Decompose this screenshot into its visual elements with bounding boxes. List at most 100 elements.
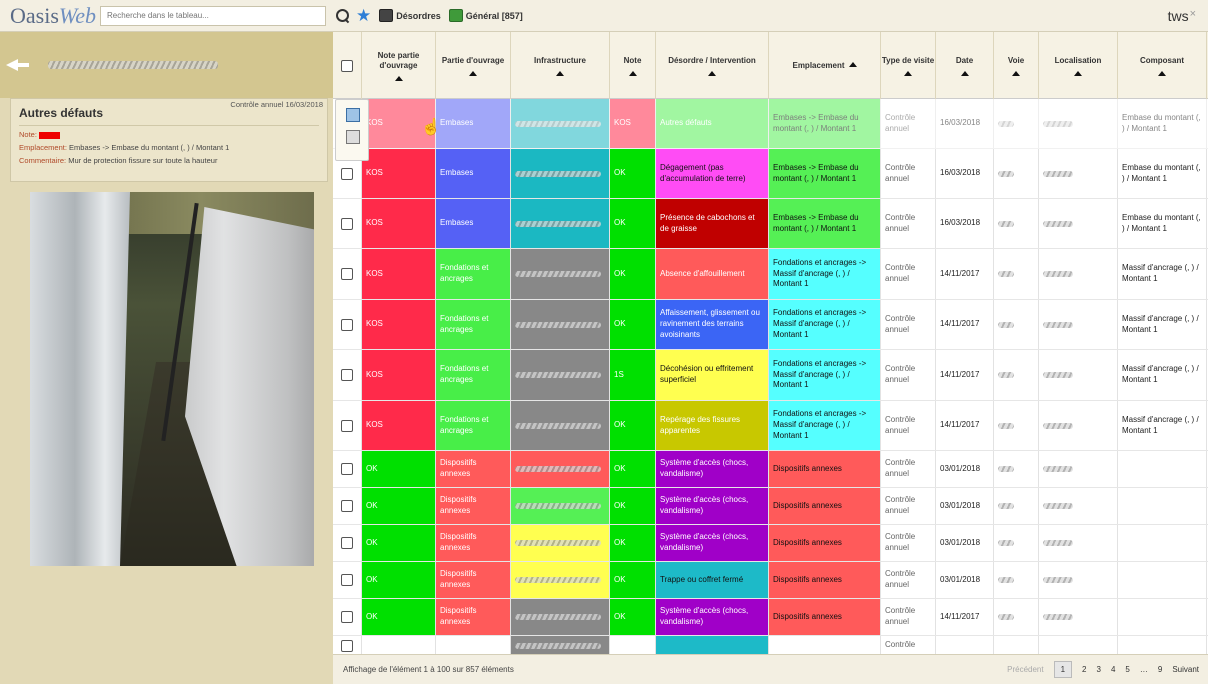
app-logo[interactable]: OasisWeb	[10, 3, 96, 29]
table-row[interactable]: OK Dispositifs annexes OK Système d'accès (…	[333, 599, 1208, 636]
table-row[interactable]: KOS Fondations et ancrages 1S Décohésion ou…	[333, 350, 1208, 401]
cell-type-visite: Contrôle	[881, 636, 936, 654]
search-input[interactable]	[100, 5, 326, 26]
table-row[interactable]: KOS Embases KOS Autres défauts Embases -> Em…	[333, 99, 1208, 149]
row-checkbox[interactable]	[341, 500, 353, 512]
row-checkbox[interactable]	[341, 369, 353, 381]
cell-emplacement: Dispositifs annexes	[769, 488, 881, 524]
emplacement-value: Embases -> Embase du montant (, ) / Mont…	[69, 143, 230, 152]
cell-date: 14/11/2017	[936, 401, 994, 450]
col-date[interactable]: Date	[936, 32, 994, 99]
cell-partie: Fondations et ancrages	[436, 350, 511, 400]
table-row[interactable]: OK Dispositifs annexes OK Trappe ou coffret…	[333, 562, 1208, 599]
row-checkbox[interactable]	[341, 217, 353, 230]
star-icon[interactable]: ★	[356, 7, 371, 24]
redacted-text	[998, 503, 1014, 509]
col-composant[interactable]: Composant	[1118, 32, 1207, 99]
cell-infrastructure	[511, 636, 610, 654]
table-body: KOS Embases KOS Autres défauts Embases -> Em…	[333, 99, 1208, 654]
defect-photo[interactable]	[30, 192, 314, 566]
col-label: Désordre / Intervention	[668, 55, 756, 65]
row-checkbox[interactable]	[341, 611, 353, 623]
table-row[interactable]: OK Dispositifs annexes OK Système d'accès (…	[333, 451, 1208, 488]
open-detail-icon[interactable]	[346, 108, 360, 122]
col-emplacement[interactable]: Emplacement	[769, 32, 881, 99]
page-button[interactable]: 2	[1082, 665, 1086, 674]
redacted-text	[515, 642, 601, 649]
redacted-text	[998, 422, 1014, 429]
cell-voie	[994, 149, 1039, 198]
cell-desordre: Trappe ou coffret fermé	[656, 562, 769, 598]
cell-voie	[994, 300, 1039, 349]
row-checkbox[interactable]	[341, 574, 353, 586]
page-button[interactable]: 1	[1053, 661, 1073, 678]
redacted-text	[1043, 372, 1073, 378]
cell-voie	[994, 249, 1039, 299]
filter-general[interactable]: Général [857]	[448, 9, 523, 22]
col-desordre[interactable]: Désordre / Intervention	[656, 32, 769, 99]
col-voie[interactable]: Voie	[994, 32, 1039, 99]
table-row[interactable]: KOS Fondations et ancrages OK Affaissement,…	[333, 300, 1208, 350]
col-localisation[interactable]: Localisation	[1039, 32, 1118, 99]
cell-desordre	[656, 636, 769, 654]
table-row[interactable]: Contrôle	[333, 636, 1208, 654]
cell-partie: Dispositifs annexes	[436, 488, 511, 524]
cell-localisation	[1039, 562, 1118, 598]
edit-row-icon[interactable]	[346, 130, 360, 144]
page-button[interactable]: 5	[1125, 665, 1129, 674]
col-label: Localisation	[1054, 55, 1102, 65]
close-icon[interactable]: ×	[1190, 8, 1196, 20]
col-note-partie[interactable]: Note partie d'ouvrage	[362, 32, 436, 99]
redacted-text	[1043, 466, 1073, 472]
sort-asc-icon	[1012, 70, 1020, 76]
table-row[interactable]: KOS Fondations et ancrages OK Absence d'aff…	[333, 249, 1208, 300]
next-page-button[interactable]: Suivant	[1172, 665, 1199, 674]
cell-note: OK	[610, 249, 656, 299]
col-type-visite[interactable]: Type de visite	[881, 32, 936, 99]
cell-infrastructure	[511, 149, 610, 198]
table-row[interactable]: KOS Fondations et ancrages OK Repérage des …	[333, 401, 1208, 451]
sort-asc-icon	[1074, 70, 1082, 76]
page-button[interactable]: 4	[1111, 665, 1115, 674]
col-infrastructure[interactable]: Infrastructure	[511, 32, 610, 99]
table-row[interactable]: KOS Embases OK Présence de cabochons et de …	[333, 199, 1208, 249]
row-checkbox[interactable]	[341, 318, 353, 331]
row-checkbox[interactable]	[341, 537, 353, 549]
redacted-text	[1043, 540, 1073, 546]
col-label: Type de visite	[881, 55, 935, 65]
cell-note-partie: OK	[362, 599, 436, 635]
row-checkbox[interactable]	[341, 268, 353, 280]
col-note[interactable]: Note	[610, 32, 656, 99]
table-row[interactable]: OK Dispositifs annexes OK Système d'accès (…	[333, 525, 1208, 562]
page-button[interactable]: 9	[1158, 665, 1162, 674]
cell-date: 14/11/2017	[936, 300, 994, 349]
row-action-toolbar	[335, 99, 369, 161]
select-all-checkbox[interactable]	[341, 59, 353, 72]
filter-desordres[interactable]: Désordres	[379, 9, 441, 22]
row-checkbox[interactable]	[341, 167, 353, 180]
col-partie[interactable]: Partie d'ouvrage	[436, 32, 511, 99]
row-checkbox[interactable]	[341, 639, 353, 652]
prev-page-button[interactable]: Précédent	[1007, 665, 1043, 674]
cell-type-visite: Contrôle annuel	[881, 149, 936, 198]
cell-desordre: Système d'accès (chocs, vandalisme)	[656, 599, 769, 635]
logo-web: Web	[58, 2, 96, 28]
cell-emplacement: Embases -> Embase du montant (, ) / Mont…	[769, 99, 881, 148]
user-menu[interactable]: tws×	[1168, 8, 1196, 24]
cell-desordre: Dégagement (pas d'accumulation de terre)	[656, 149, 769, 198]
cell-localisation	[1039, 300, 1118, 349]
card-emplacement: Emplacement: Embases -> Embase du montan…	[19, 143, 319, 152]
cell-note: OK	[610, 401, 656, 450]
row-checkbox[interactable]	[341, 419, 353, 432]
table-footer: Affichage de l'élément 1 à 100 sur 857 é…	[333, 654, 1208, 684]
note-label: Note:	[19, 130, 37, 139]
table-row[interactable]: KOS Embases OK Dégagement (pas d'accumulati…	[333, 149, 1208, 199]
table-row[interactable]: OK Dispositifs annexes OK Système d'accès (…	[333, 488, 1208, 525]
cell-desordre: Décohésion ou effritement superficiel	[656, 350, 769, 400]
cell-desordre: Absence d'affouillement	[656, 249, 769, 299]
search-icon[interactable]	[336, 8, 350, 23]
sort-asc-icon	[848, 62, 857, 68]
back-arrow-icon[interactable]	[6, 53, 30, 77]
row-checkbox[interactable]	[341, 463, 353, 475]
page-button[interactable]: 3	[1097, 665, 1101, 674]
